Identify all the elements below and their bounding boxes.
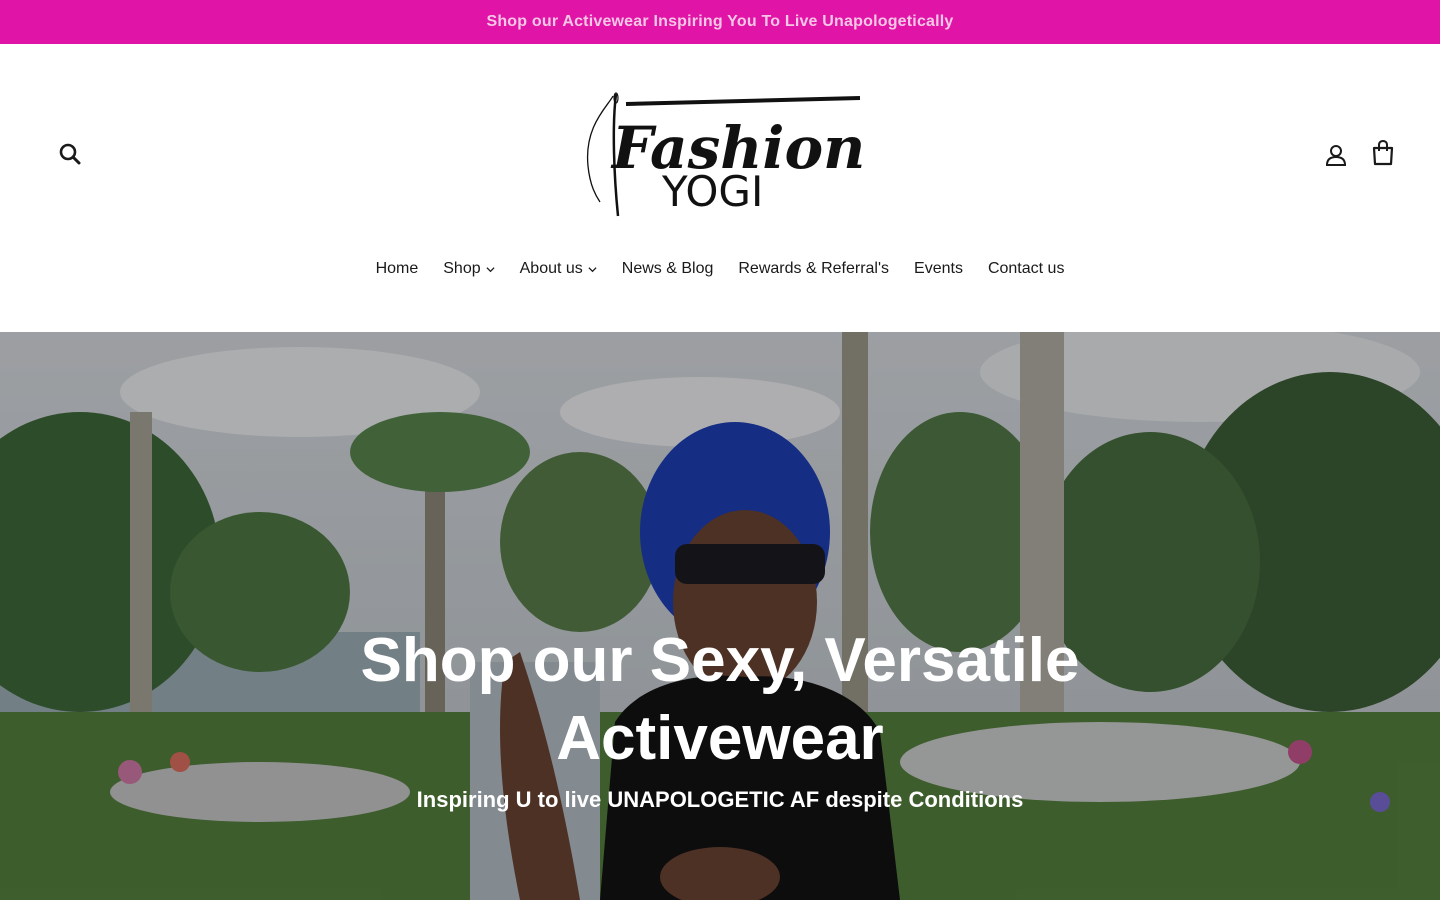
logo-image: Fashionista YOGI xyxy=(586,92,984,217)
nav-item-rewards[interactable]: Rewards & Referral's xyxy=(726,260,902,278)
chevron-down-icon xyxy=(588,266,597,272)
nav-item-label: Rewards & Referral's xyxy=(738,260,890,277)
nav-item-news-blog[interactable]: News & Blog xyxy=(609,260,726,278)
announcement-bar: Shop our Activewear Inspiring You To Liv… xyxy=(0,0,1440,44)
nav-item-shop[interactable]: Shop xyxy=(431,260,507,278)
nav-item-home[interactable]: Home xyxy=(363,260,431,278)
announcement-link[interactable]: Shop our Activewear Inspiring You To Liv… xyxy=(486,13,953,31)
cart-icon xyxy=(1372,139,1394,166)
nav-item-contact-us[interactable]: Contact us xyxy=(975,260,1076,278)
nav-item-label: About us xyxy=(519,260,583,277)
hero-banner[interactable]: Shop our Sexy, Versatile Activewear Insp… xyxy=(0,332,1440,900)
search-icon xyxy=(59,143,81,165)
cart-button[interactable] xyxy=(1369,138,1397,168)
nav-item-about-us[interactable]: About us xyxy=(507,260,609,278)
main-nav: Home Shop About us News & Blog Rewards &… xyxy=(0,254,1440,284)
nav-item-label: Contact us xyxy=(987,260,1065,277)
nav-item-label: News & Blog xyxy=(621,260,714,277)
hero-title: Shop our Sexy, Versatile Activewear xyxy=(360,626,1080,773)
nav-item-label: Home xyxy=(375,260,419,277)
chevron-down-icon xyxy=(486,266,495,272)
nav-item-label: Events xyxy=(914,260,963,277)
nav-item-events[interactable]: Events xyxy=(902,260,976,278)
search-button[interactable] xyxy=(56,140,86,170)
hero-subtitle: Inspiring U to live UNAPOLOGETIC AF desp… xyxy=(416,787,1024,812)
site-header: Fashionista YOGI Home Shop About us News xyxy=(0,44,1440,332)
hero-overlay xyxy=(0,332,1440,900)
login-button[interactable] xyxy=(1322,140,1350,170)
nav-item-label: Shop xyxy=(443,260,481,277)
site-logo[interactable]: Fashionista YOGI xyxy=(578,86,984,220)
logo-text-bottom: YOGI xyxy=(661,167,763,216)
user-icon xyxy=(1325,145,1347,166)
